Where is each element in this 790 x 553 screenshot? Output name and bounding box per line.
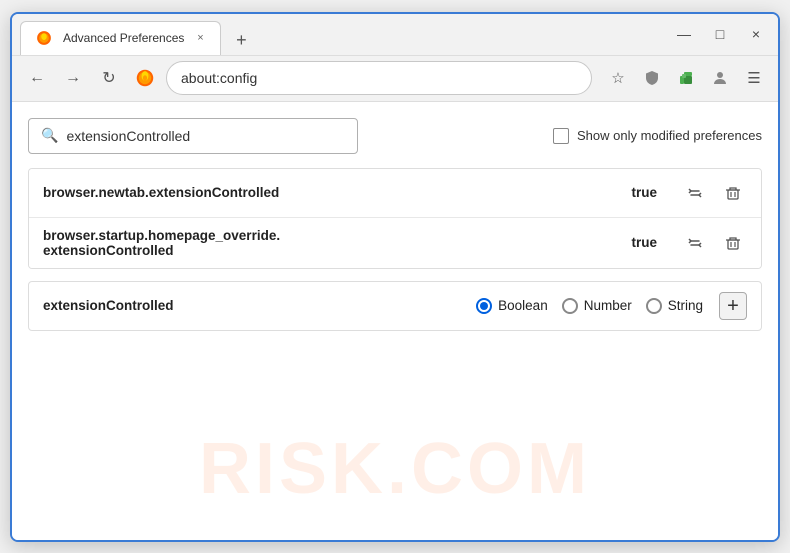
nav-bar: ← → ↻ about:config ☆	[12, 56, 778, 102]
tab-title: Advanced Preferences	[63, 31, 184, 45]
trash-icon-2	[725, 235, 741, 251]
radio-boolean-circle[interactable]	[476, 298, 492, 314]
search-input[interactable]: extensionControlled	[66, 128, 345, 144]
search-icon: 🔍	[41, 127, 58, 144]
menu-button[interactable]: ☰	[740, 64, 768, 92]
show-modified-row: Show only modified preferences	[553, 128, 762, 144]
tab-favicon	[33, 27, 55, 49]
radio-boolean-label: Boolean	[498, 298, 548, 313]
radio-string[interactable]: String	[646, 298, 703, 314]
address-bar[interactable]: about:config	[166, 61, 592, 95]
arrows-icon	[686, 184, 704, 202]
pref-value-2: true	[631, 235, 657, 250]
radio-number-label: Number	[584, 298, 632, 313]
table-row[interactable]: browser.startup.homepage_override. exten…	[29, 218, 761, 268]
radio-string-circle[interactable]	[646, 298, 662, 314]
shield-button[interactable]	[638, 64, 666, 92]
radio-number-circle[interactable]	[562, 298, 578, 314]
title-bar: Advanced Preferences × + — □ ×	[12, 14, 778, 56]
maximize-button[interactable]: □	[706, 20, 734, 48]
add-pref-row: extensionControlled Boolean Number Strin…	[28, 281, 762, 331]
content-area: RISK.COM 🔍 extensionControlled Show only…	[12, 102, 778, 540]
extension-button[interactable]	[672, 64, 700, 92]
radio-boolean[interactable]: Boolean	[476, 298, 548, 314]
row-1-actions	[681, 179, 747, 207]
pref-value-1: true	[631, 185, 657, 200]
reset-button-2[interactable]	[681, 229, 709, 257]
address-text: about:config	[181, 70, 257, 86]
arrows-icon-2	[686, 234, 704, 252]
new-pref-name: extensionControlled	[43, 298, 174, 313]
active-tab[interactable]: Advanced Preferences ×	[20, 21, 221, 55]
tab-container: Advanced Preferences × +	[20, 14, 670, 55]
extension-icon	[678, 70, 694, 86]
row-2-actions	[681, 229, 747, 257]
nav-icons: ☆ ☰	[604, 64, 768, 92]
pref-name-1: browser.newtab.extensionControlled	[43, 185, 623, 200]
show-modified-checkbox[interactable]	[553, 128, 569, 144]
delete-button-2[interactable]	[719, 229, 747, 257]
show-modified-label: Show only modified preferences	[577, 128, 762, 143]
close-button[interactable]: ×	[742, 20, 770, 48]
reset-button-1[interactable]	[681, 179, 709, 207]
firefox-logo	[134, 67, 156, 89]
table-row[interactable]: browser.newtab.extensionControlled true	[29, 169, 761, 218]
pref-name-2-container: browser.startup.homepage_override. exten…	[43, 228, 623, 258]
new-tab-button[interactable]: +	[227, 27, 255, 55]
refresh-button[interactable]: ↻	[94, 63, 124, 93]
radio-group: Boolean Number String	[476, 298, 703, 314]
pref-name-2-line1: browser.startup.homepage_override.	[43, 228, 623, 243]
search-box[interactable]: 🔍 extensionControlled	[28, 118, 358, 154]
watermark: RISK.COM	[199, 428, 591, 510]
profile-icon	[712, 70, 728, 86]
add-pref-button[interactable]: +	[719, 292, 747, 320]
search-row: 🔍 extensionControlled Show only modified…	[28, 118, 762, 154]
tab-close-button[interactable]: ×	[192, 30, 208, 46]
browser-window: Advanced Preferences × + — □ × ← → ↻ abo…	[10, 12, 780, 542]
shield-icon	[644, 70, 660, 86]
window-controls: — □ ×	[670, 20, 770, 48]
trash-icon	[725, 185, 741, 201]
radio-string-label: String	[668, 298, 703, 313]
results-table: browser.newtab.extensionControlled true	[28, 168, 762, 269]
forward-button[interactable]: →	[58, 63, 88, 93]
delete-button-1[interactable]	[719, 179, 747, 207]
minimize-button[interactable]: —	[670, 20, 698, 48]
pref-name-2-line2: extensionControlled	[43, 243, 623, 258]
bookmark-button[interactable]: ☆	[604, 64, 632, 92]
radio-number[interactable]: Number	[562, 298, 632, 314]
back-button[interactable]: ←	[22, 63, 52, 93]
profile-button[interactable]	[706, 64, 734, 92]
